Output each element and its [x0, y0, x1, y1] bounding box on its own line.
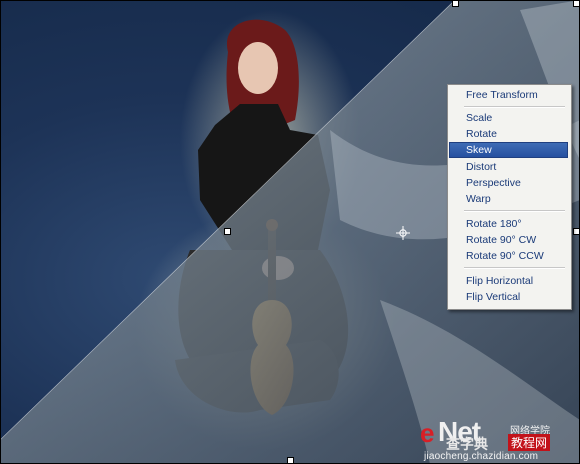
menu-item-perspective[interactable]: Perspective	[450, 176, 567, 190]
transform-handle-right[interactable]	[573, 228, 580, 235]
menu-item-rotate-90-cw[interactable]: Rotate 90° CW	[450, 233, 567, 247]
menu-separator	[464, 267, 565, 269]
menu-separator	[464, 106, 565, 108]
transform-handle-top-right[interactable]	[573, 0, 580, 7]
reference-point-icon[interactable]	[396, 226, 410, 240]
watermark-cn-box: 教程网	[508, 434, 551, 451]
menu-item-free-transform[interactable]: Free Transform	[450, 88, 567, 102]
menu-item-rotate-90-ccw[interactable]: Rotate 90° CCW	[450, 249, 567, 263]
menu-item-distort[interactable]: Distort	[450, 160, 567, 174]
document-canvas[interactable]: Free Transform Scale Rotate Skew Distort…	[0, 0, 580, 464]
menu-item-rotate-180[interactable]: Rotate 180°	[450, 217, 567, 231]
menu-item-skew[interactable]: Skew	[449, 142, 568, 158]
menu-item-flip-horizontal[interactable]: Flip Horizontal	[450, 274, 567, 288]
transform-handle-left[interactable]	[224, 228, 231, 235]
watermark: e Net 网络学院 查字典 教程网 jiaocheng.chazidian.c…	[420, 416, 580, 464]
menu-item-warp[interactable]: Warp	[450, 192, 567, 206]
transform-handle-bottom[interactable]	[287, 457, 294, 464]
watermark-url: jiaocheng.chazidian.com	[424, 451, 539, 462]
menu-item-flip-vertical[interactable]: Flip Vertical	[450, 290, 567, 304]
watermark-e: e	[420, 418, 435, 448]
menu-item-scale[interactable]: Scale	[450, 111, 567, 125]
menu-separator	[464, 210, 565, 212]
transform-handle-top[interactable]	[452, 0, 459, 7]
menu-item-rotate[interactable]: Rotate	[450, 127, 567, 141]
transform-context-menu: Free Transform Scale Rotate Skew Distort…	[447, 84, 572, 310]
